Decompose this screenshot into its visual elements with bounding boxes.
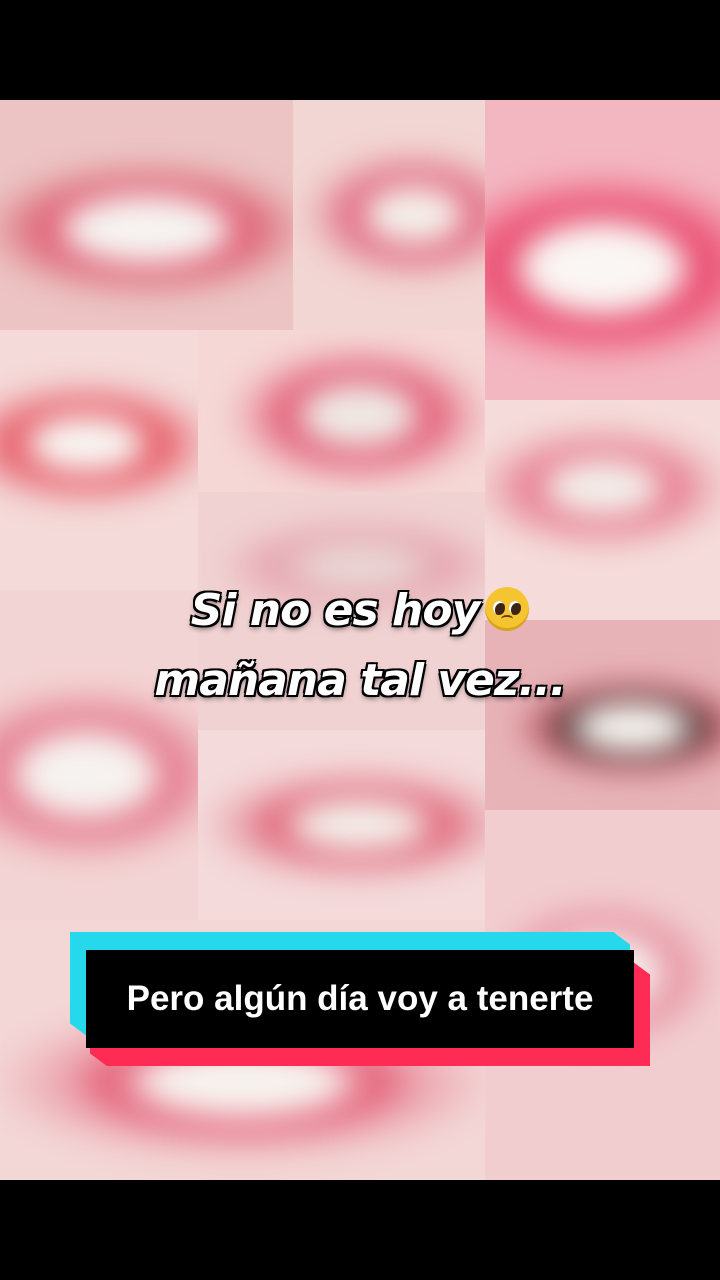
- banner-box: Pero algún día voy a tenerte: [86, 950, 634, 1048]
- text-banner: Pero algún día voy a tenerte: [70, 932, 650, 1066]
- smile-tile-3: [485, 100, 720, 400]
- smile-tile-9: [485, 620, 720, 810]
- caption-line-1: Si no es hoy: [0, 585, 720, 636]
- smile-tile-2: [293, 100, 485, 330]
- smile-tile-8: [0, 590, 198, 920]
- pleading-face-emoji-icon: [485, 587, 530, 631]
- caption-line-2: mañana tal vez...: [154, 655, 566, 706]
- smile-tile-10: [198, 730, 485, 920]
- letterbox-top: [0, 0, 720, 100]
- smile-tile-5: [198, 330, 485, 492]
- smile-tile-1: [0, 100, 293, 330]
- letterbox-bottom: [0, 1180, 720, 1280]
- banner-text: Pero algún día voy a tenerte: [126, 979, 594, 1018]
- smile-tile-4: [0, 330, 198, 590]
- caption-line-1-text: Si no es hoy: [190, 585, 481, 636]
